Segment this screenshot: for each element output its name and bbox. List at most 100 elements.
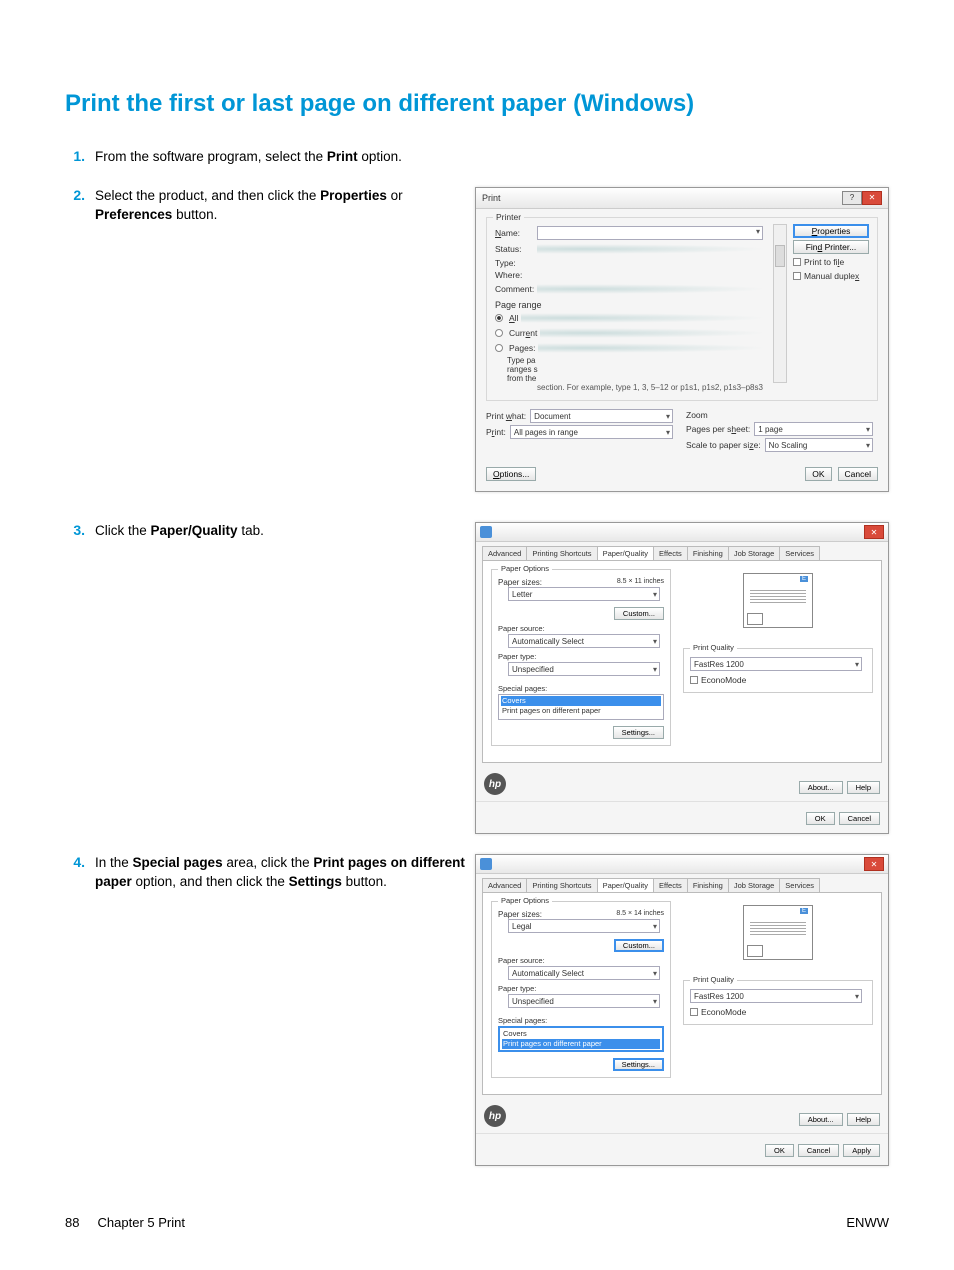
print-what-label: Print what:: [486, 411, 526, 421]
type-label: Type:: [495, 258, 537, 268]
current-radio[interactable]: [495, 329, 503, 337]
step-3: 3. Click the Paper/Quality tab. ✕ Advanc…: [65, 522, 889, 834]
tab-services[interactable]: Services: [779, 546, 820, 560]
print-dialog-title: Print: [482, 193, 501, 203]
step-1-text: From the software program, select the Pr…: [95, 148, 402, 167]
pages-label: Pages:: [509, 343, 535, 353]
manual-duplex-label: Manual duplex: [804, 271, 859, 281]
print-quality-combo[interactable]: FastRes 1200: [690, 989, 862, 1003]
settings-button[interactable]: Settings...: [613, 1058, 664, 1071]
list-item-covers[interactable]: Covers: [502, 1029, 660, 1039]
step-4-text: In the Special pages area, click the Pri…: [95, 854, 465, 892]
tab-advanced[interactable]: Advanced: [482, 878, 527, 892]
tab-finishing[interactable]: Finishing: [687, 878, 729, 892]
paper-size-combo[interactable]: Legal: [508, 919, 660, 933]
print-range-combo[interactable]: All pages in range: [510, 425, 673, 439]
help-button[interactable]: Help: [847, 781, 880, 794]
tab-paper-quality[interactable]: Paper/Quality: [597, 546, 654, 560]
name-label: Name:: [495, 228, 537, 238]
tab-advanced[interactable]: Advanced: [482, 546, 527, 560]
find-printer-button[interactable]: Find Printer...: [793, 240, 869, 254]
step-3-text: Click the Paper/Quality tab.: [95, 522, 264, 541]
zoom-label: Zoom: [686, 410, 877, 420]
pages-per-sheet-combo[interactable]: 1 page: [754, 422, 873, 436]
close-icon[interactable]: ✕: [862, 191, 882, 205]
paper-type-combo[interactable]: Unspecified: [508, 994, 660, 1008]
page-range-label: Page range: [495, 300, 767, 310]
special-pages-list[interactable]: Covers Print pages on different paper: [498, 694, 664, 720]
tab-effects[interactable]: Effects: [653, 546, 688, 560]
paper-type-label: Paper type:: [498, 652, 664, 661]
paper-type-label: Paper type:: [498, 984, 664, 993]
tab-services[interactable]: Services: [779, 878, 820, 892]
paper-source-label: Paper source:: [498, 956, 664, 965]
properties-dialog-2: ✕ Advanced Printing Shortcuts Paper/Qual…: [475, 854, 889, 1166]
special-pages-label: Special pages:: [498, 1016, 664, 1025]
step-2: 2. Select the product, and then click th…: [65, 187, 889, 493]
options-button[interactable]: Options...: [486, 467, 536, 481]
close-icon[interactable]: ✕: [864, 525, 884, 539]
scale-to-label: Scale to paper size:: [686, 440, 761, 450]
all-radio[interactable]: [495, 314, 503, 322]
help-icon[interactable]: ?: [842, 191, 862, 205]
properties-button[interactable]: Properties: [793, 224, 869, 238]
about-button[interactable]: About...: [799, 1113, 843, 1126]
paper-source-label: Paper source:: [498, 624, 664, 633]
cancel-button[interactable]: Cancel: [798, 1144, 839, 1157]
economode-checkbox[interactable]: [690, 1008, 698, 1016]
special-pages-list[interactable]: Covers Print pages on different paper: [498, 1026, 664, 1052]
custom-button[interactable]: Custom...: [614, 939, 664, 952]
where-label: Where:: [495, 270, 537, 280]
list-item-diff-paper[interactable]: Print pages on different paper: [501, 706, 661, 716]
about-button[interactable]: About...: [799, 781, 843, 794]
tab-finishing[interactable]: Finishing: [687, 546, 729, 560]
pages-radio[interactable]: [495, 344, 503, 352]
tab-strip: Advanced Printing Shortcuts Paper/Qualit…: [482, 878, 882, 892]
comment-label: Comment:: [495, 284, 537, 294]
ok-button[interactable]: OK: [805, 467, 831, 481]
tab-printing-shortcuts[interactable]: Printing Shortcuts: [526, 878, 597, 892]
hp-logo-icon: hp: [484, 1105, 506, 1127]
paper-options-label: Paper Options: [498, 896, 552, 905]
paper-source-combo[interactable]: Automatically Select: [508, 634, 660, 648]
paper-size-combo[interactable]: Letter: [508, 587, 660, 601]
print-quality-combo[interactable]: FastRes 1200: [690, 657, 862, 671]
tab-effects[interactable]: Effects: [653, 878, 688, 892]
tab-job-storage[interactable]: Job Storage: [728, 546, 780, 560]
tab-job-storage[interactable]: Job Storage: [728, 878, 780, 892]
scale-to-combo[interactable]: No Scaling: [765, 438, 873, 452]
print-to-file-checkbox[interactable]: [793, 258, 801, 266]
page-range-note: section. For example, type 1, 3, 5–12 or…: [537, 383, 869, 393]
chapter-label: Chapter 5 Print: [98, 1215, 185, 1230]
economode-label: EconoMode: [701, 675, 746, 685]
paper-source-combo[interactable]: Automatically Select: [508, 966, 660, 980]
economode-checkbox[interactable]: [690, 676, 698, 684]
printer-list-scrollbar[interactable]: [773, 224, 787, 383]
close-icon[interactable]: ✕: [864, 857, 884, 871]
footer-brand: ENWW: [846, 1215, 889, 1230]
tab-paper-quality[interactable]: Paper/Quality: [597, 878, 654, 892]
print-what-combo[interactable]: Document: [530, 409, 673, 423]
ok-button[interactable]: OK: [806, 812, 835, 825]
paper-size-note: 8.5 × 11 inches: [617, 578, 664, 585]
custom-button[interactable]: Custom...: [614, 607, 664, 620]
help-button[interactable]: Help: [847, 1113, 880, 1126]
tab-printing-shortcuts[interactable]: Printing Shortcuts: [526, 546, 597, 560]
printer-name-combo[interactable]: [537, 226, 763, 240]
paper-sizes-label: Paper sizes:: [498, 910, 542, 919]
apply-button[interactable]: Apply: [843, 1144, 880, 1157]
pages-per-sheet-label: Pages per sheet:: [686, 424, 750, 434]
ok-button[interactable]: OK: [765, 1144, 794, 1157]
page-preview: [743, 573, 813, 628]
settings-button[interactable]: Settings...: [613, 726, 664, 739]
cancel-button[interactable]: Cancel: [839, 812, 880, 825]
hp-logo-icon: hp: [484, 773, 506, 795]
cancel-button[interactable]: Cancel: [838, 467, 878, 481]
list-item-covers[interactable]: Covers: [501, 696, 661, 706]
manual-duplex-checkbox[interactable]: [793, 272, 801, 280]
step-3-number: 3.: [65, 522, 95, 538]
list-item-diff-paper[interactable]: Print pages on different paper: [502, 1039, 660, 1049]
paper-type-combo[interactable]: Unspecified: [508, 662, 660, 676]
page-footer: 88 Chapter 5 Print ENWW: [65, 1215, 889, 1230]
all-label: All: [509, 313, 518, 323]
